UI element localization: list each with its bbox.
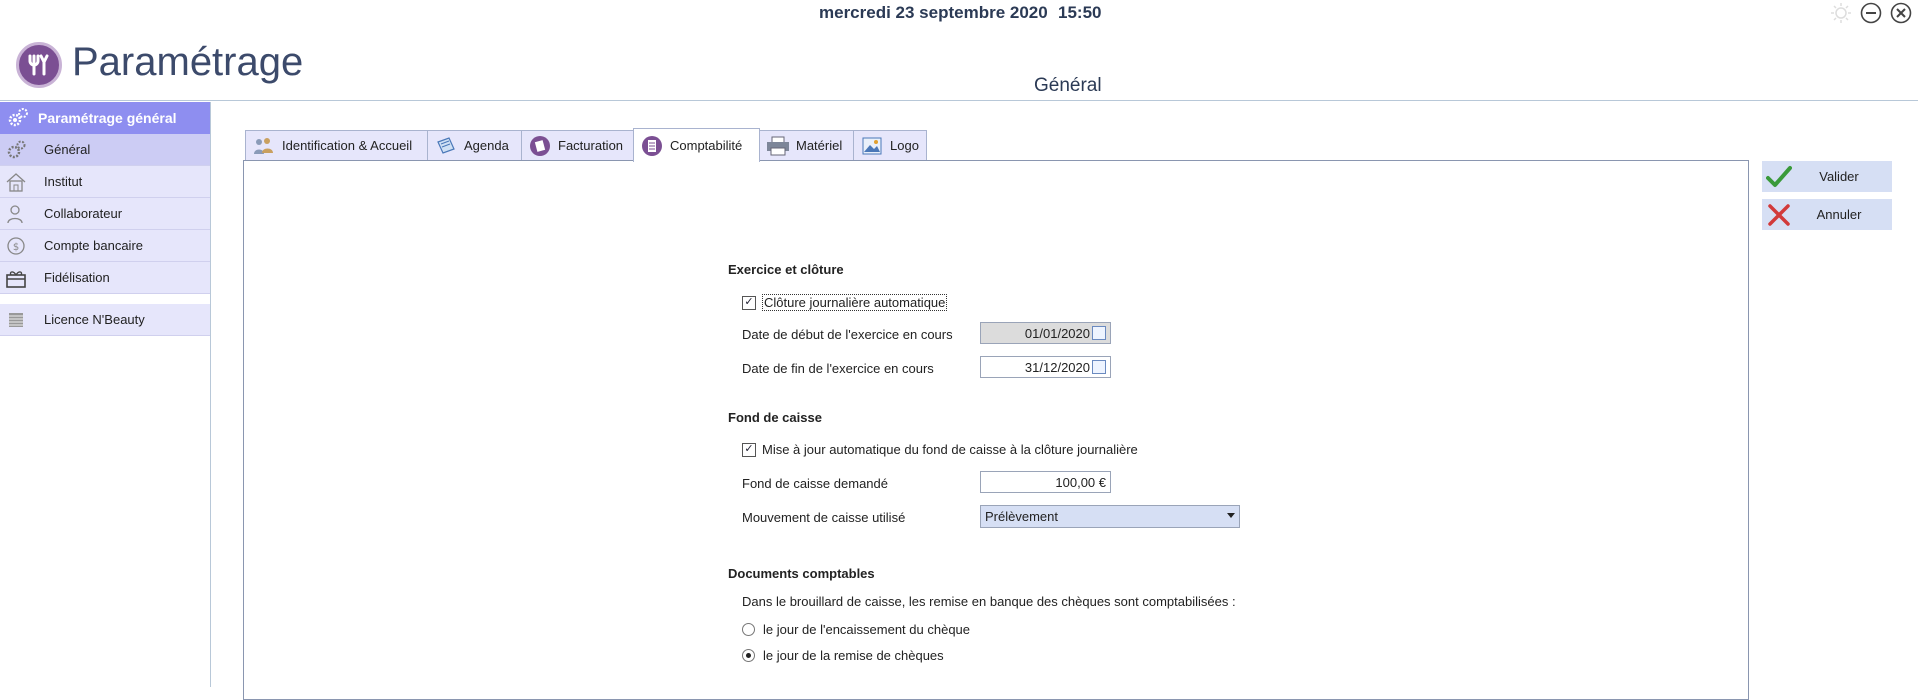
tab-materiel[interactable]: Matériel <box>759 130 854 160</box>
auto-update-checkbox[interactable]: ✓ <box>742 442 756 457</box>
settings-sun-icon[interactable] <box>1830 2 1852 24</box>
documents-description: Dans le brouillard de caisse, les remise… <box>742 594 1236 609</box>
checkmark-icon <box>1762 165 1796 189</box>
tab-label: Agenda <box>464 138 509 153</box>
auto-close-label: Clôture journalière automatique <box>762 294 948 311</box>
tab-label: Comptabilité <box>670 138 743 153</box>
cash-fund-label: Fond de caisse demandé <box>742 476 888 491</box>
minimize-icon[interactable] <box>1860 2 1882 24</box>
sidebar-header-label: Paramétrage général <box>38 110 177 126</box>
app-header: Paramétrage Général <box>0 30 1918 102</box>
section-title: Général <box>1034 75 1102 96</box>
sidebar-item-label: Institut <box>44 174 83 189</box>
option-encaissement-row[interactable]: le jour de l'encaissement du chèque <box>742 622 970 637</box>
sidebar-item-label: Licence N'Beauty <box>44 312 145 327</box>
section-heading-exercice: Exercice et clôture <box>728 262 844 277</box>
cash-fund-input[interactable]: 100,00 € <box>980 471 1111 493</box>
option-remise-label: le jour de la remise de chèques <box>763 648 944 663</box>
top-bar: mercredi 23 septembre 2020 15:50 <box>0 0 1918 26</box>
tools-logo-icon <box>16 42 62 88</box>
tab-agenda[interactable]: Agenda <box>427 130 522 160</box>
tab-comptabilite[interactable]: Comptabilité <box>633 128 760 162</box>
sidebar-header[interactable]: Paramétrage général <box>0 102 210 134</box>
people-icon <box>252 135 276 157</box>
option-encaissement-radio[interactable] <box>742 623 755 636</box>
sidebar-item-institut[interactable]: Institut <box>0 166 210 198</box>
sidebar-item-label: Compte bancaire <box>44 238 143 253</box>
sidebar-item-label: Général <box>44 142 91 157</box>
gift-icon <box>2 267 30 289</box>
end-date-label: Date de fin de l'exercice en cours <box>742 361 934 376</box>
tab-identification-accueil[interactable]: Identification & Accueil <box>245 130 428 160</box>
sidebar-item-compte-bancaire[interactable]: $ Compte bancaire <box>0 230 210 262</box>
sidebar-item-general[interactable]: Général <box>0 134 210 166</box>
auto-update-label: Mise à jour automatique du fond de caiss… <box>762 442 1138 457</box>
invoice-icon <box>528 135 552 157</box>
sidebar-item-label: Collaborateur <box>44 206 123 221</box>
start-date-field[interactable]: 01/01/2020 <box>980 322 1111 344</box>
svg-text:$: $ <box>13 242 19 253</box>
gears-icon <box>4 107 32 129</box>
cash-fund-value: 100,00 € <box>1055 474 1106 490</box>
person-icon <box>2 203 30 225</box>
option-remise-radio[interactable] <box>742 649 755 662</box>
license-stack-icon <box>2 309 30 331</box>
page-title: Paramétrage <box>72 40 304 84</box>
accounting-icon <box>640 135 664 157</box>
start-date-label: Date de début de l'exercice en cours <box>742 327 953 342</box>
end-date-field[interactable]: 31/12/2020 <box>980 356 1111 378</box>
cancel-label: Annuler <box>1816 207 1862 222</box>
validate-label: Valider <box>1819 169 1859 184</box>
sidebar-item-label: Fidélisation <box>44 270 110 285</box>
close-icon[interactable] <box>1890 2 1912 24</box>
option-remise-row[interactable]: le jour de la remise de chèques <box>742 648 944 663</box>
sidebar-item-collaborateur[interactable]: Collaborateur <box>0 198 210 230</box>
tab-label: Matériel <box>796 138 843 153</box>
tab-label: Logo <box>890 138 919 153</box>
header-divider <box>0 100 1918 101</box>
tab-label: Identification & Accueil <box>282 138 413 153</box>
option-encaissement-label: le jour de l'encaissement du chèque <box>763 622 971 637</box>
section-heading-documents: Documents comptables <box>728 566 875 581</box>
calendar-icon[interactable] <box>1092 360 1106 374</box>
gear-icon <box>2 139 30 161</box>
tab-logo[interactable]: Logo <box>853 130 927 160</box>
cross-icon <box>1762 203 1796 227</box>
section-heading-fond: Fond de caisse <box>728 410 822 425</box>
printer-icon <box>766 135 790 157</box>
action-buttons: Valider Annuler <box>1762 161 1892 237</box>
tab-facturation[interactable]: Facturation <box>521 130 636 160</box>
cash-movement-label: Mouvement de caisse utilisé <box>742 510 906 525</box>
current-time: 15:50 <box>1058 3 1102 22</box>
start-date-value: 01/01/2020 <box>1024 325 1090 341</box>
house-icon <box>2 171 30 193</box>
cash-movement-value: Prélèvement <box>985 509 1058 524</box>
auto-update-checkbox-row[interactable]: ✓ Mise à jour automatique du fond de cai… <box>742 442 1138 457</box>
chevron-down-icon <box>1227 513 1235 518</box>
validate-button[interactable]: Valider <box>1762 161 1892 192</box>
cash-movement-select[interactable]: Prélèvement <box>980 505 1240 528</box>
sidebar-item-licence[interactable]: Licence N'Beauty <box>0 304 210 336</box>
auto-close-checkbox[interactable]: ✓ <box>742 295 756 310</box>
coin-icon: $ <box>2 235 30 257</box>
image-icon <box>860 135 884 157</box>
tab-label: Facturation <box>558 138 624 153</box>
agenda-icon <box>434 135 458 157</box>
auto-close-checkbox-row[interactable]: ✓ Clôture journalière automatique <box>742 294 948 311</box>
sidebar-item-fidelisation[interactable]: Fidélisation <box>0 262 210 294</box>
window-controls <box>1830 2 1912 24</box>
sidebar: Paramétrage général Général Institut Col… <box>0 102 211 687</box>
current-date: mercredi 23 septembre 2020 <box>819 3 1048 22</box>
cancel-button[interactable]: Annuler <box>1762 199 1892 230</box>
end-date-value: 31/12/2020 <box>1024 359 1090 375</box>
calendar-icon[interactable] <box>1092 326 1106 340</box>
content-panel <box>243 160 1749 700</box>
